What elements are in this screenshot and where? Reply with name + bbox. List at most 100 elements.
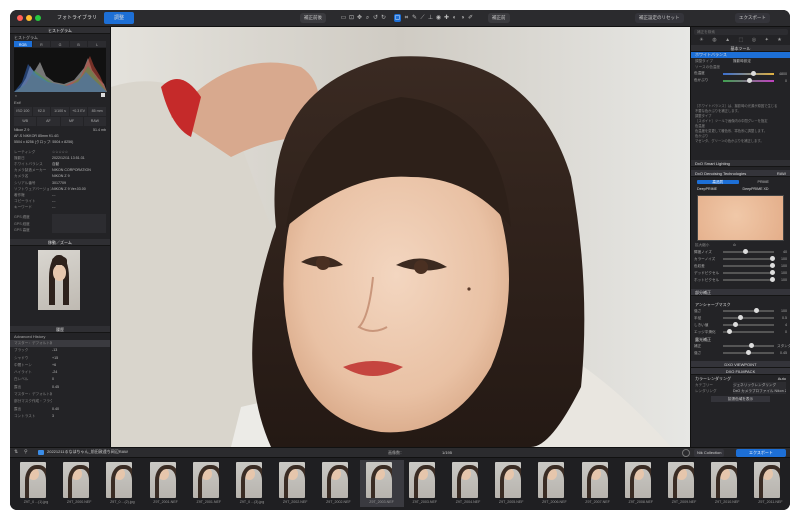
filmstrip-thumbnail[interactable]: Z9T_2002.NEF <box>273 460 317 507</box>
filmstrip-thumbnail[interactable]: Z9T_2004.NEF <box>446 460 490 507</box>
geometry-palette-icon[interactable]: ⬚ <box>739 37 744 45</box>
zoom-window-button[interactable] <box>35 15 41 21</box>
slider-row[interactable]: 輝度ノイズ 40 <box>694 249 787 256</box>
history-item-row[interactable]: シャドウ +15 <box>10 355 110 362</box>
filmstrip-thumbnail[interactable]: Z9T_0 ...(2).jpg <box>100 460 144 507</box>
slider-track[interactable] <box>723 350 774 356</box>
filmstrip-thumbnail[interactable]: Z9T_2005.NEF <box>489 460 533 507</box>
slider-row[interactable]: ホットピクセル 100 <box>694 277 787 284</box>
filmstrip-thumbnail[interactable]: Z9T_2000.NEF <box>57 460 101 507</box>
filmstrip-thumbnail[interactable]: Z9T_2001.NEF <box>187 460 231 507</box>
filmstrip-thumbnail[interactable]: Z9T_2003.NEF <box>403 460 447 507</box>
move-icon[interactable]: ✥ <box>356 14 363 22</box>
filter-icon[interactable]: ⚲ <box>24 449 28 455</box>
slider-row[interactable]: しきい値 4 <box>694 322 787 329</box>
local-adjust-header[interactable]: 部分補正 <box>691 288 790 296</box>
filmstrip-thumbnail[interactable]: Z9T_2006.NEF <box>532 460 576 507</box>
history-item-row[interactable]: マスター：デフォルト補正 <box>10 391 110 398</box>
tab-customize[interactable]: 調整 <box>104 12 134 24</box>
highlight-clip-icon[interactable] <box>101 93 105 97</box>
base-tools-header[interactable]: 基本ツール <box>691 45 790 52</box>
tab-hist-b[interactable]: B <box>69 41 88 47</box>
color-palette-icon[interactable]: ◍ <box>712 37 716 45</box>
filmstrip-thumbnail[interactable]: Z9T_2003.NEF <box>359 460 404 507</box>
export-bottom-button[interactable]: エクスポート <box>736 449 786 457</box>
filmstrip-thumbnail[interactable]: Z9T_0 ...(1).jpg <box>14 460 58 507</box>
history-item-row[interactable]: 露出 0.40 <box>10 406 110 413</box>
slider-track[interactable] <box>723 322 774 328</box>
slider-knob[interactable] <box>727 329 733 335</box>
export-top-button[interactable]: エクスポート <box>735 13 770 23</box>
slider-track[interactable] <box>723 270 775 276</box>
tab-hist-l[interactable]: L <box>88 41 106 47</box>
history-item-row[interactable]: マスター：デフォルト補正 <box>10 340 110 348</box>
slider-row[interactable]: 強さ 0.45 <box>694 350 787 357</box>
tab-hist-r[interactable]: R <box>32 41 51 47</box>
tab-photo-library[interactable]: フォトライブラリ <box>50 12 104 24</box>
wb-mode-select[interactable]: 撮影時設定 <box>733 58 786 64</box>
history-item-row[interactable]: コントラスト 3 <box>10 413 110 420</box>
history-item-row[interactable]: 部分マスク作成・フラグ <box>10 398 110 405</box>
minimize-window-button[interactable] <box>26 15 32 21</box>
slider-knob[interactable] <box>748 343 754 349</box>
filmstrip-thumbnail[interactable]: Z9T_2001.NEF <box>144 460 188 507</box>
deepprime-xd-option[interactable]: DeepPRIME XD <box>743 187 785 194</box>
repair-icon[interactable]: ✚ <box>443 14 450 22</box>
deepprime-option[interactable]: DeepPRIME <box>697 187 739 194</box>
filmstrip-thumbnail[interactable]: Z9T_2007.NEF <box>576 460 620 507</box>
close-window-button[interactable] <box>17 15 23 21</box>
slider-row[interactable]: デッドピクセル 100 <box>694 270 787 277</box>
exposure-header[interactable]: 露光補正 <box>691 336 790 343</box>
wb-temp-knob[interactable] <box>751 71 757 77</box>
wb-temp-slider[interactable]: 色温度 4800 <box>694 70 787 77</box>
sort-icon[interactable]: ⇅ <box>14 449 18 455</box>
favorites-palette-icon[interactable]: ★ <box>777 37 781 45</box>
history-item-row[interactable]: 中間トーン +6 <box>10 362 110 369</box>
filmstrip-thumbnail[interactable]: Z9T_2008.NEF <box>619 460 663 507</box>
redeye-icon[interactable]: ◉ <box>435 14 442 22</box>
filmstrip-thumbnail[interactable]: Z9T_0 ...(3).jpg <box>230 460 274 507</box>
zoom-icon[interactable]: ⌕ <box>364 14 371 22</box>
histogram-header[interactable]: ヒストグラム <box>10 27 110 34</box>
filmpack-header[interactable]: DXO FILMPACK <box>691 367 790 375</box>
navigator-thumbnail[interactable] <box>38 250 80 310</box>
color-rendering-header[interactable]: カラーレンダリング Auto <box>691 375 790 382</box>
compare-button[interactable]: 補正前後 <box>300 13 326 23</box>
slider-track[interactable] <box>723 249 774 255</box>
filmstrip-thumbnail[interactable]: Z9T_2002.NEF <box>316 460 360 507</box>
local-palette-icon[interactable]: ◎ <box>752 37 756 45</box>
history-header[interactable]: 履歴 <box>10 326 110 333</box>
gps-value-field[interactable] <box>52 226 106 233</box>
effects-palette-icon[interactable]: ✦ <box>765 37 769 45</box>
denoise-preview[interactable] <box>697 195 784 242</box>
slider-row[interactable]: 補正 スタンダード <box>694 343 790 350</box>
eyedropper-icon[interactable]: ✎ <box>411 14 418 22</box>
folder-path[interactable]: 20221211るなほちゃん_前田敦遠ち岡辺RAW <box>47 449 128 455</box>
filmstrip-thumbnail[interactable]: Z9T_2010.NEF <box>705 460 749 507</box>
slider-knob[interactable] <box>733 322 739 328</box>
slider-knob[interactable] <box>769 270 775 276</box>
slider-knob[interactable] <box>769 256 775 262</box>
brush-icon[interactable]: ✐ <box>467 14 474 22</box>
local-adjust-icon[interactable]: ◐ <box>451 14 458 22</box>
nik-collection-button[interactable]: Nik Collection <box>694 449 725 457</box>
slider-track[interactable] <box>723 329 774 335</box>
slider-track[interactable] <box>723 315 774 321</box>
crop-icon[interactable]: ⌗ <box>403 14 410 22</box>
slider-track[interactable] <box>723 343 774 349</box>
split-view-icon[interactable]: ▭ <box>340 14 347 22</box>
slider-knob[interactable] <box>743 249 749 255</box>
slider-knob[interactable] <box>738 315 744 321</box>
tab-denoise-prime[interactable]: PRIME <box>743 180 785 184</box>
tab-denoise-hq[interactable]: 高品質 <box>697 180 739 185</box>
slider-track[interactable] <box>723 308 774 314</box>
straighten-icon[interactable]: ⟋ <box>419 14 426 22</box>
show-gamut-button[interactable]: 拡張色域を表示 <box>711 395 770 402</box>
rotate-left-icon[interactable]: ↺ <box>372 14 379 22</box>
history-item-row[interactable]: 白レベル 0 <box>10 376 110 383</box>
navigator-header[interactable]: 移動／ズーム <box>10 239 110 246</box>
viewpoint-header[interactable]: DXO VIEWPOINT <box>691 360 790 368</box>
filmstrip-thumbnail[interactable]: Z9T_2009.NEF <box>662 460 706 507</box>
reset-corrections-button[interactable]: 補正設定のリセット <box>635 13 684 23</box>
history-item-row[interactable]: ハイライト -24 <box>10 369 110 376</box>
